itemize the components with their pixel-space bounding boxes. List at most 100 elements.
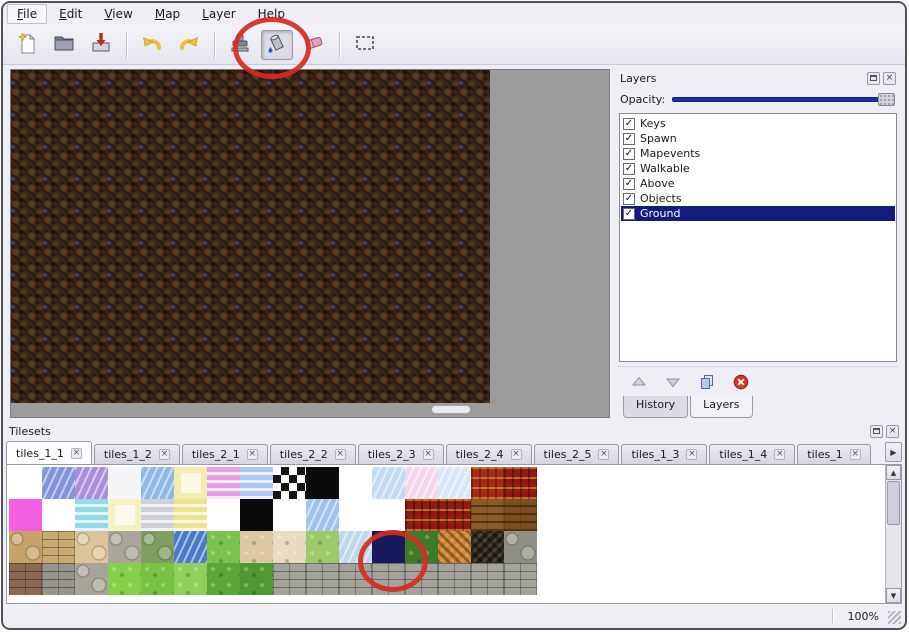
tile-r2-c12[interactable] [372, 499, 405, 531]
tile-r1-c15[interactable] [471, 467, 504, 499]
stamp-tool-button[interactable] [224, 30, 256, 60]
tile-r4-c14[interactable] [438, 563, 471, 595]
tile-r2-c14[interactable] [438, 499, 471, 531]
tileset-tab-tiles_1_1[interactable]: tiles_1_1× [6, 441, 92, 465]
tile-r3-c14[interactable] [438, 531, 471, 563]
panel-tab-history[interactable]: History [623, 396, 688, 418]
tile-r3-c5[interactable] [141, 531, 174, 563]
tab-close-icon[interactable]: × [598, 449, 609, 460]
tile-r2-c10[interactable] [306, 499, 339, 531]
scroll-up-button[interactable]: ▲ [886, 465, 901, 480]
tileset-tab-tiles_2_3[interactable]: tiles_2_3× [358, 444, 444, 464]
tab-close-icon[interactable]: × [850, 449, 861, 460]
save-button[interactable] [85, 30, 117, 60]
layer-row-keys[interactable]: ✓Keys [621, 116, 895, 131]
layer-visibility-checkbox[interactable]: ✓ [623, 118, 635, 130]
select-tool-button[interactable] [349, 30, 381, 60]
tile-r4-c12[interactable] [372, 563, 405, 595]
tile-r1-c16[interactable] [504, 467, 537, 499]
tileset-tab-tiles_2_1[interactable]: tiles_2_1× [182, 444, 268, 464]
tile-r3-c2[interactable] [42, 531, 75, 563]
layer-row-walkable[interactable]: ✓Walkable [621, 161, 895, 176]
tile-r1-c4[interactable] [108, 467, 141, 499]
tile-r4-c1[interactable] [9, 563, 42, 595]
tileset-tab-tiles_1_4[interactable]: tiles_1_4× [709, 444, 795, 464]
layer-row-objects[interactable]: ✓Objects [621, 191, 895, 206]
tile-r4-c5[interactable] [141, 563, 174, 595]
layer-visibility-checkbox[interactable]: ✓ [623, 193, 635, 205]
undo-button[interactable] [136, 30, 168, 60]
tileset-tab-tiles_1_2[interactable]: tiles_1_2× [94, 444, 180, 464]
resize-grip-icon[interactable] [888, 611, 901, 624]
slider-handle[interactable] [878, 93, 895, 106]
tile-r3-c8[interactable] [240, 531, 273, 563]
tile-r2-c5[interactable] [141, 499, 174, 531]
tab-close-icon[interactable]: × [335, 449, 346, 460]
menu-layer[interactable]: Layer [192, 4, 245, 24]
tile-r3-c13[interactable] [405, 531, 438, 563]
menu-edit[interactable]: Edit [49, 4, 92, 24]
tile-r4-c15[interactable] [471, 563, 504, 595]
layer-visibility-checkbox[interactable]: ✓ [623, 133, 635, 145]
tile-r2-c8[interactable] [240, 499, 273, 531]
tile-r4-c7[interactable] [207, 563, 240, 595]
tab-close-icon[interactable]: × [774, 449, 785, 460]
tile-r2-c7[interactable] [207, 499, 240, 531]
tile-r1-c12[interactable] [372, 467, 405, 499]
tile-r2-c6[interactable] [174, 499, 207, 531]
open-file-button[interactable] [48, 30, 80, 60]
menu-help[interactable]: Help [248, 4, 295, 24]
layers-panel-float-button[interactable] [867, 72, 880, 85]
tile-r1-c14[interactable] [438, 467, 471, 499]
tab-close-icon[interactable]: × [686, 449, 697, 460]
tile-r1-c7[interactable] [207, 467, 240, 499]
tile-r1-c6[interactable] [174, 467, 207, 499]
menu-file[interactable]: File [7, 4, 47, 24]
tile-r1-c10[interactable] [306, 467, 339, 499]
tile-r3-c3[interactable] [75, 531, 108, 563]
tile-r4-c3[interactable] [75, 563, 108, 595]
tileset-tab-tiles_1[interactable]: tiles_1× [797, 444, 870, 464]
tab-close-icon[interactable]: × [159, 449, 170, 460]
tile-r1-c3[interactable] [75, 467, 108, 499]
tile-r4-c4[interactable] [108, 563, 141, 595]
fill-tool-button[interactable] [261, 30, 293, 60]
tile-r4-c6[interactable] [174, 563, 207, 595]
tile-r4-c9[interactable] [273, 563, 306, 595]
layer-visibility-checkbox[interactable]: ✓ [623, 148, 635, 160]
tile-r2-c4[interactable] [108, 499, 141, 531]
layer-row-above[interactable]: ✓Above [621, 176, 895, 191]
tile-r1-c9[interactable] [273, 467, 306, 499]
tileset-tab-tiles_1_3[interactable]: tiles_1_3× [621, 444, 707, 464]
tile-r3-c15[interactable] [471, 531, 504, 563]
tile-r3-c9[interactable] [273, 531, 306, 563]
tile-r4-c13[interactable] [405, 563, 438, 595]
eraser-tool-button[interactable] [298, 30, 330, 60]
tilesets-panel-close-button[interactable]: × [886, 425, 899, 438]
tile-r3-c4[interactable] [108, 531, 141, 563]
tab-close-icon[interactable]: × [511, 449, 522, 460]
tile-r3-c11[interactable] [339, 531, 372, 563]
layer-row-mapevents[interactable]: ✓Mapevents [621, 146, 895, 161]
tab-close-icon[interactable]: × [71, 448, 82, 459]
tab-close-icon[interactable]: × [247, 449, 258, 460]
tile-r4-c16[interactable] [504, 563, 537, 595]
tileset-tab-tiles_2_4[interactable]: tiles_2_4× [446, 444, 532, 464]
scrollbar-thumb[interactable] [887, 481, 900, 525]
tab-scroll-right-button[interactable]: ▶ [885, 442, 902, 462]
tile-r3-c10[interactable] [306, 531, 339, 563]
duplicate-layer-button[interactable] [697, 372, 717, 392]
layers-panel-close-button[interactable]: × [883, 72, 896, 85]
tile-r3-c7[interactable] [207, 531, 240, 563]
tile-r2-c2[interactable] [42, 499, 75, 531]
opacity-slider[interactable] [672, 92, 895, 106]
redo-button[interactable] [173, 30, 205, 60]
menu-map[interactable]: Map [145, 4, 190, 24]
tileset-vertical-scrollbar[interactable]: ▲ ▼ [885, 465, 901, 603]
move-layer-down-button[interactable] [663, 372, 683, 392]
scrollbar-thumb[interactable] [431, 405, 471, 414]
new-file-button[interactable] [11, 30, 43, 60]
tile-r1-c5[interactable] [141, 467, 174, 499]
tilesets-panel-float-button[interactable] [870, 425, 883, 438]
tile-r2-c13[interactable] [405, 499, 438, 531]
